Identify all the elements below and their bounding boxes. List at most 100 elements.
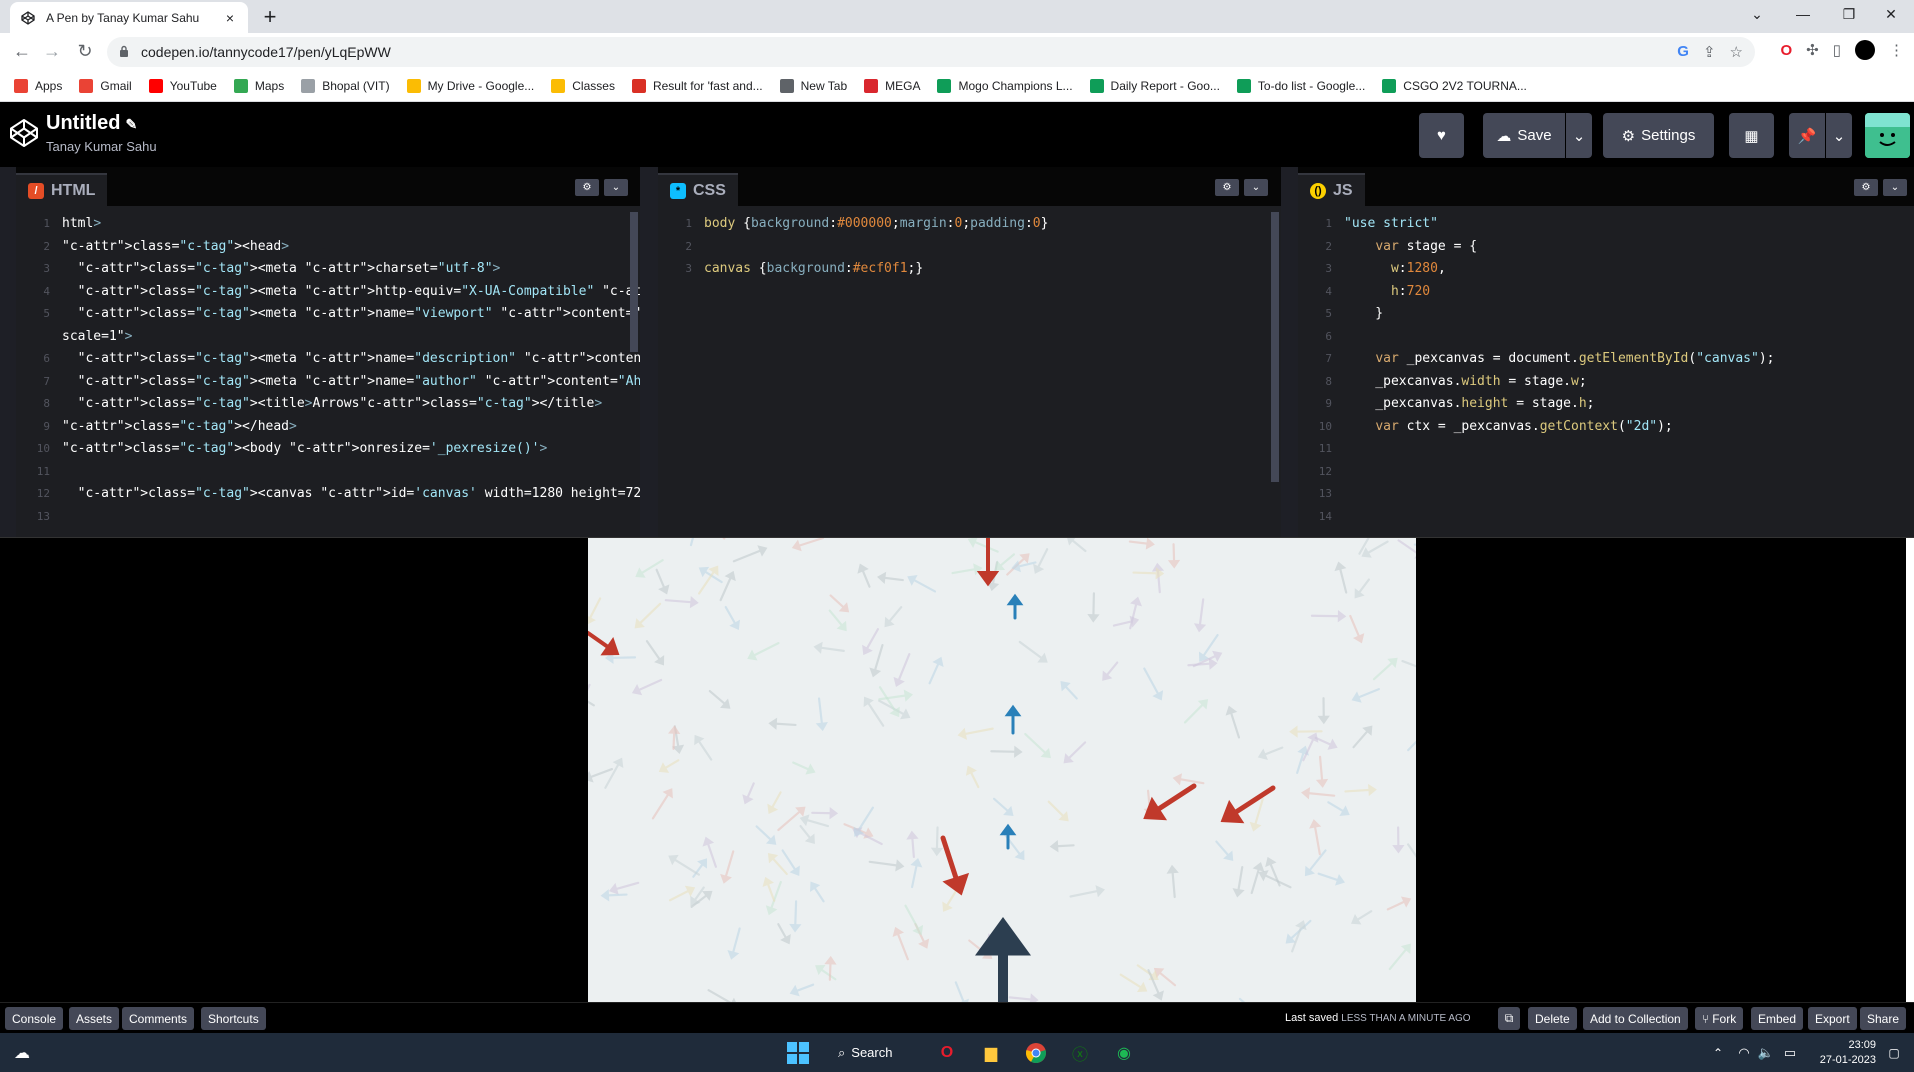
add-to-collection-button[interactable]: Add to Collection	[1583, 1007, 1688, 1030]
shortcuts-button[interactable]: Shortcuts	[201, 1007, 266, 1030]
bookmark-star-icon[interactable]: ☆	[1730, 43, 1743, 61]
battery-icon[interactable]: ▭	[1778, 1041, 1802, 1065]
code-line: 11	[16, 461, 640, 484]
taskbar-search[interactable]: ⌕ Search	[838, 1039, 918, 1066]
new-tab-button[interactable]: +	[256, 4, 284, 32]
restore-icon[interactable]: ❐	[1826, 0, 1872, 30]
file-explorer-icon[interactable]: ▆	[979, 1041, 1003, 1065]
line-number: 5	[1325, 307, 1332, 320]
html-tab[interactable]: / HTML	[16, 173, 108, 206]
bookmark-item[interactable]: Daily Report - Goo...	[1089, 79, 1220, 93]
tab-close-icon[interactable]: ×	[222, 10, 238, 26]
volume-icon[interactable]: 🔈	[1754, 1041, 1778, 1065]
bookmark-item[interactable]: CSGO 2V2 TOURNA...	[1382, 79, 1527, 93]
css-collapse-chevron-icon[interactable]: ⌄	[1244, 179, 1268, 196]
background-arrow	[792, 761, 816, 775]
share-button[interactable]: Share	[1860, 1007, 1907, 1030]
comments-button[interactable]: Comments	[122, 1007, 195, 1030]
change-view-button[interactable]: ▦	[1729, 113, 1774, 158]
export-button[interactable]: Export	[1808, 1007, 1857, 1030]
tab-search-icon[interactable]: ⌄	[1734, 0, 1780, 30]
css-code[interactable]: 1 body {background:#000000;margin:0;paddi…	[658, 206, 1281, 537]
js-collapse-chevron-icon[interactable]: ⌄	[1883, 179, 1907, 196]
chrome-icon[interactable]	[1024, 1041, 1048, 1065]
save-button[interactable]: ☁ Save	[1483, 113, 1565, 158]
minimize-icon[interactable]: —	[1780, 0, 1826, 30]
embed-button[interactable]: Embed	[1751, 1007, 1804, 1030]
weather-icon[interactable]: ☁	[10, 1041, 34, 1065]
background-arrow	[1291, 920, 1307, 953]
pin-dropdown-button[interactable]: ⌄	[1826, 113, 1852, 158]
fork-button[interactable]: ⑂ Fork	[1695, 1007, 1744, 1030]
windows-start-icon[interactable]	[786, 1041, 810, 1065]
line-number: 4	[1325, 284, 1332, 298]
forward-icon[interactable]: →	[40, 40, 64, 64]
window-close-icon[interactable]: ✕	[1868, 0, 1914, 30]
bookmark-item[interactable]: Mogo Champions L...	[937, 79, 1073, 93]
html-collapse-chevron-icon[interactable]: ⌄	[604, 179, 628, 196]
js-code[interactable]: 1 "use strict" 2 var stage = {3 w:1280, 4 h…	[1298, 206, 1914, 537]
line-number: 14	[1318, 509, 1332, 523]
bookmark-item[interactable]: To-do list - Google...	[1236, 79, 1365, 93]
js-tab[interactable]: () JS	[1298, 173, 1365, 206]
result-scrollbar[interactable]	[1906, 538, 1914, 1003]
bookmark-item[interactable]: MEGA	[864, 79, 920, 93]
background-arrow	[1317, 697, 1330, 725]
pin-button[interactable]: 📌	[1789, 113, 1825, 158]
bookmark-item[interactable]: Classes	[551, 79, 615, 93]
avatar[interactable]	[1865, 113, 1910, 158]
profile-icon[interactable]	[1855, 40, 1875, 60]
puzzle-extensions-icon[interactable]: ✣	[1806, 41, 1819, 59]
code-line: 6	[1298, 326, 1914, 349]
css-settings-gear-icon[interactable]: ⚙	[1215, 179, 1239, 196]
code-text: canvas {background:#ecf0f1;}	[704, 261, 924, 276]
save-dropdown-button[interactable]: ⌄	[1566, 113, 1592, 158]
bookmark-item[interactable]: Apps	[14, 79, 62, 93]
opera-extension-icon[interactable]: O	[1780, 42, 1792, 59]
menu-kebab-icon[interactable]: ⋮	[1889, 41, 1904, 59]
result-canvas[interactable]	[588, 538, 1416, 1003]
background-arrow	[719, 570, 736, 602]
side-panel-icon[interactable]: ▯	[1833, 41, 1841, 59]
css-tab[interactable]: * CSS	[658, 173, 738, 206]
css-scrollbar[interactable]	[1271, 212, 1279, 482]
settings-button[interactable]: ⚙ Settings	[1603, 113, 1714, 158]
open-external-icon[interactable]: ⧉	[1498, 1007, 1520, 1030]
codepen-logo-icon[interactable]	[8, 117, 40, 149]
html-code[interactable]: 1 html> 2 "c-attr">class="c-tag"><head> 3 "c…	[16, 206, 640, 537]
edit-pencil-icon[interactable]: ✎	[125, 116, 137, 132]
notification-icon[interactable]: ▢	[1882, 1041, 1906, 1065]
pen-author[interactable]: Tanay Kumar Sahu	[46, 139, 157, 154]
bookmark-item[interactable]: New Tab	[779, 79, 847, 93]
google-lens-icon[interactable]: G	[1677, 43, 1689, 61]
spotify-icon[interactable]: ◉	[1112, 1041, 1136, 1065]
pen-title[interactable]: Untitled ✎	[46, 112, 137, 135]
tray-chevron-up-icon[interactable]: ⌃	[1706, 1041, 1730, 1065]
love-button[interactable]: ♥	[1419, 113, 1464, 158]
bookmark-item[interactable]: Result for 'fast and...	[631, 79, 763, 93]
bookmark-item[interactable]: Bhopal (VIT)	[301, 79, 390, 93]
delete-button[interactable]: Delete	[1528, 1007, 1577, 1030]
bookmark-item[interactable]: Maps	[233, 79, 284, 93]
xbox-icon[interactable]: ⓧ	[1068, 1041, 1092, 1065]
console-button[interactable]: Console	[5, 1007, 64, 1030]
html-scrollbar[interactable]	[630, 212, 638, 352]
bookmark-item[interactable]: YouTube	[148, 79, 217, 93]
opera-icon[interactable]: O	[935, 1041, 959, 1065]
bookmark-item[interactable]: My Drive - Google...	[406, 79, 534, 93]
background-arrow	[857, 563, 871, 588]
assets-button[interactable]: Assets	[69, 1007, 120, 1030]
wifi-icon[interactable]: ◠	[1732, 1041, 1756, 1065]
system-clock[interactable]: 23:09 27-01-2023	[1812, 1038, 1876, 1068]
bookmark-label: Mogo Champions L...	[958, 79, 1073, 93]
background-arrow	[1232, 866, 1245, 898]
js-settings-gear-icon[interactable]: ⚙	[1854, 179, 1878, 196]
address-bar[interactable]: codepen.io/tannycode17/pen/yLqEpWW G ⇪ ☆	[107, 37, 1755, 67]
reload-icon[interactable]: ↻	[73, 40, 97, 64]
share-icon[interactable]: ⇪	[1703, 43, 1716, 61]
back-icon[interactable]: ←	[10, 40, 34, 64]
css-editor-pane: * CSS ⚙ ⌄ 1 body {background:#000000;marg…	[658, 167, 1281, 537]
browser-tab[interactable]: A Pen by Tanay Kumar Sahu ×	[10, 2, 248, 33]
bookmark-item[interactable]: Gmail	[79, 79, 132, 93]
html-settings-gear-icon[interactable]: ⚙	[575, 179, 599, 196]
